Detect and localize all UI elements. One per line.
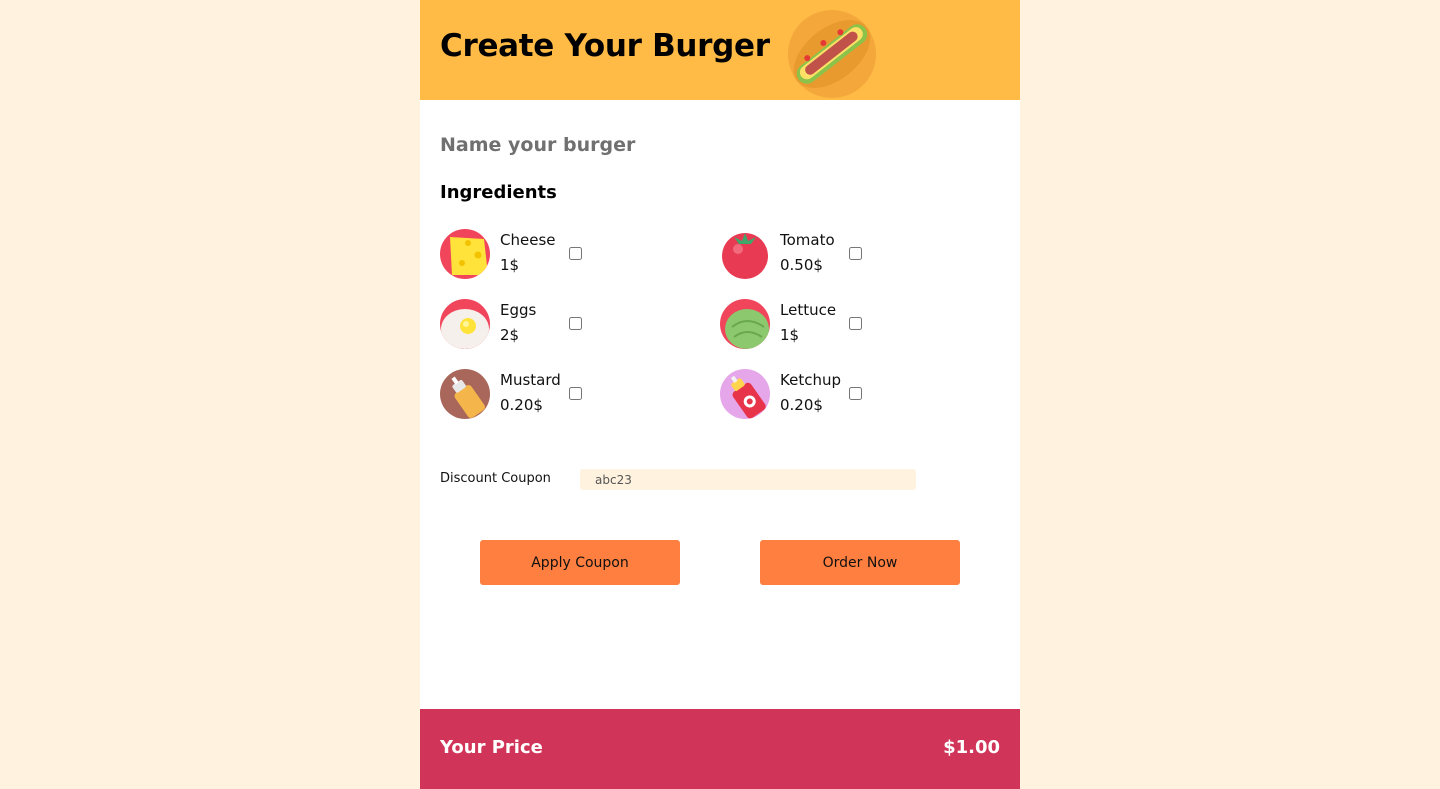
ingredient-eggs: Eggs 2$ [440, 299, 700, 351]
mustard-checkbox[interactable] [569, 387, 582, 400]
ingredient-name: Ketchup [780, 371, 841, 389]
ingredient-name: Lettuce [780, 301, 837, 319]
tomato-icon [720, 229, 770, 279]
ingredient-price: 0.20$ [780, 396, 823, 414]
order-now-button[interactable]: Order Now [760, 540, 960, 585]
ingredient-tomato: Tomato 0.50$ [720, 229, 980, 281]
ingredient-price: 2$ [500, 326, 520, 344]
ingredient-name: Mustard [500, 371, 561, 389]
coupon-input[interactable] [580, 469, 916, 490]
lettuce-icon [720, 299, 770, 349]
ingredient-cheese: Cheese 1$ [440, 229, 700, 281]
price-value: $1.00 [943, 737, 1000, 758]
ingredient-price: 0.50$ [780, 256, 823, 274]
ingredient-name: Tomato [780, 231, 835, 249]
ketchup-checkbox[interactable] [849, 387, 862, 400]
burger-builder-card: Create Your Burger Ingredients [420, 0, 1020, 789]
ingredient-lettuce: Lettuce 1$ [720, 299, 980, 351]
burger-icon [788, 10, 876, 98]
ketchup-icon [720, 369, 770, 419]
ingredient-name: Cheese [500, 231, 556, 249]
ingredient-ketchup: Ketchup 0.20$ [720, 369, 980, 421]
coupon-label: Discount Coupon [440, 471, 551, 486]
eggs-checkbox[interactable] [569, 317, 582, 330]
ingredient-name: Eggs [500, 301, 537, 319]
page-title: Create Your Burger [440, 28, 770, 64]
apply-coupon-button[interactable]: Apply Coupon [480, 540, 680, 585]
price-label: Your Price [440, 737, 543, 758]
tomato-checkbox[interactable] [849, 247, 862, 260]
ingredients-heading: Ingredients [440, 182, 557, 203]
ingredient-price: 0.20$ [500, 396, 543, 414]
mustard-icon [440, 369, 490, 419]
ingredient-price: 1$ [500, 256, 520, 274]
header: Create Your Burger [420, 0, 1020, 100]
cheese-icon [440, 229, 490, 279]
cheese-checkbox[interactable] [569, 247, 582, 260]
ingredient-mustard: Mustard 0.20$ [440, 369, 700, 421]
price-footer: Your Price $1.00 [420, 709, 1020, 789]
ingredient-price: 1$ [780, 326, 800, 344]
burger-name-input[interactable] [440, 128, 860, 162]
lettuce-checkbox[interactable] [849, 317, 862, 330]
egg-icon [440, 299, 490, 349]
